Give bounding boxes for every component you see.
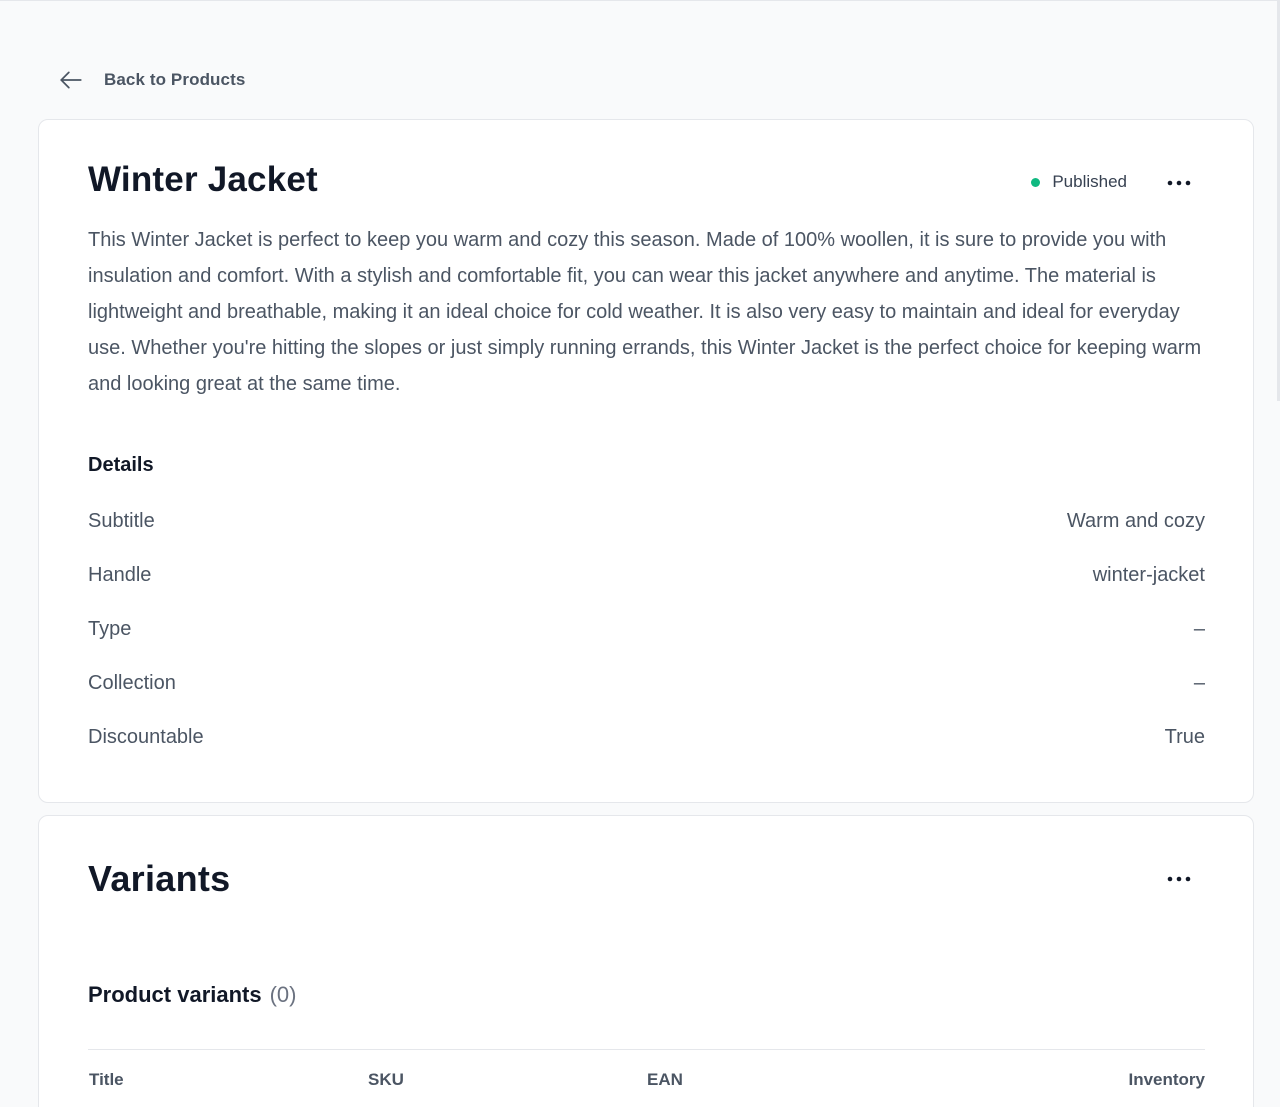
status-dot-icon xyxy=(1031,177,1041,187)
detail-row-discountable: Discountable True xyxy=(88,710,1205,764)
detail-value: Warm and cozy xyxy=(1066,509,1205,532)
detail-label: Discountable xyxy=(88,725,204,748)
variants-count: (0) xyxy=(269,982,297,1007)
back-link-label: Back to Products xyxy=(104,70,246,89)
detail-value: winter-jacket xyxy=(1092,563,1205,586)
details-list: Subtitle Warm and cozy Handle winter-jac… xyxy=(88,494,1205,764)
detail-value: – xyxy=(1193,671,1205,694)
detail-row-subtitle: Subtitle Warm and cozy xyxy=(88,494,1205,548)
product-actions-button[interactable] xyxy=(1161,169,1197,197)
more-horizontal-icon xyxy=(1167,180,1191,186)
product-variants-heading: Product variants (0) xyxy=(88,982,297,1008)
product-description: This Winter Jacket is perfect to keep yo… xyxy=(88,229,1202,395)
product-title: Winter Jacket xyxy=(88,160,318,199)
variants-table-header: Title SKU EAN Inventory xyxy=(88,1049,1205,1107)
variants-actions-button[interactable] xyxy=(1161,865,1197,893)
variants-title: Variants xyxy=(88,858,231,899)
detail-row-type: Type – xyxy=(88,602,1205,656)
detail-label: Type xyxy=(88,617,132,640)
back-to-products-link[interactable]: Back to Products xyxy=(58,67,245,93)
variants-card: Variants Product variants (0) Title SKU E… xyxy=(38,815,1254,1107)
details-heading: Details xyxy=(88,454,154,476)
arrow-left-icon xyxy=(60,71,82,89)
product-detail-page: Back to Products Winter Jacket Published… xyxy=(0,0,1280,1107)
column-header-title: Title xyxy=(89,1070,124,1089)
detail-label: Collection xyxy=(88,671,176,694)
detail-row-handle: Handle winter-jacket xyxy=(88,548,1205,602)
product-general-card: Winter Jacket Published This Winter Jack… xyxy=(38,119,1254,803)
detail-row-collection: Collection – xyxy=(88,656,1205,710)
status-label: Published xyxy=(1052,172,1127,191)
column-header-ean: EAN xyxy=(647,1070,683,1089)
more-horizontal-icon xyxy=(1167,876,1191,882)
detail-label: Subtitle xyxy=(88,509,155,532)
detail-value: True xyxy=(1164,725,1205,748)
status-badge: Published xyxy=(1031,172,1127,192)
detail-label: Handle xyxy=(88,563,152,586)
column-header-sku: SKU xyxy=(368,1070,404,1089)
product-variants-label: Product variants xyxy=(88,982,262,1007)
column-header-inventory: Inventory xyxy=(1128,1070,1205,1089)
detail-value: – xyxy=(1193,617,1205,640)
